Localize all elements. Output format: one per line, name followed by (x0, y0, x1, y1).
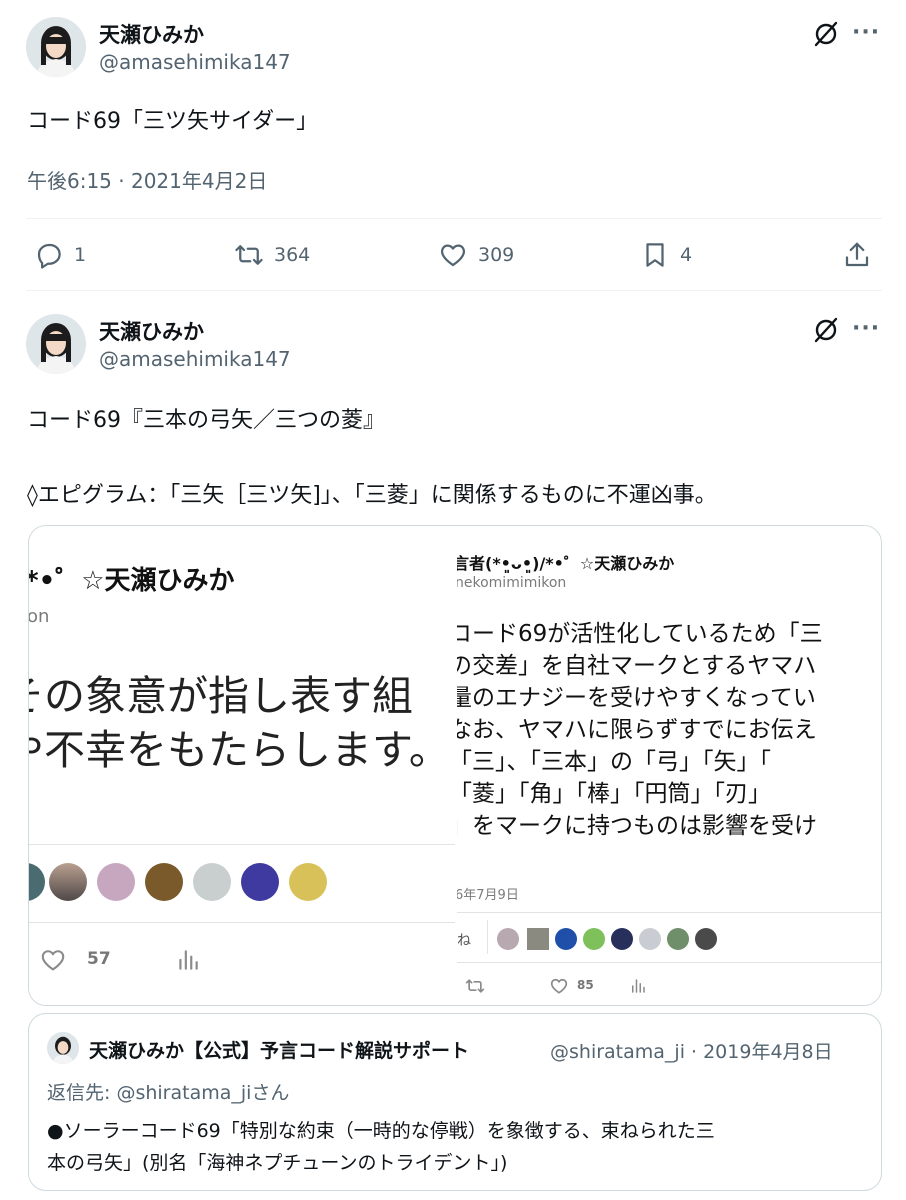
embedded-handle: nekomimimikon (457, 575, 567, 591)
liker-avatar (193, 863, 231, 901)
divider (457, 912, 881, 913)
media-image-right[interactable]: 言者(*•͈ᴗ•͈)/*•゜☆天瀬ひみか nekomimimikon コード69… (457, 526, 881, 1005)
liker-avatar (497, 928, 519, 950)
embedded-header: *•゜☆天瀬ひみか (29, 566, 235, 596)
media-image-left[interactable]: *•゜☆天瀬ひみか on その象意が指し表す組 や不幸をもたらします。 57 (29, 526, 455, 1005)
grok-icon[interactable] (812, 316, 840, 344)
quoted-reply-to: 返信先: @shiratama_jiさん (47, 1082, 290, 1104)
retweet-icon (465, 979, 485, 993)
like-button[interactable]: 309 (438, 240, 514, 270)
liker-avatar (289, 863, 327, 901)
grok-icon[interactable] (812, 20, 840, 48)
divider (487, 920, 488, 954)
author-name[interactable]: 天瀬ひみか (99, 316, 204, 346)
embedded-like-count: 85 (577, 978, 594, 992)
liker-avatar (49, 863, 87, 901)
embedded-text-line1: その象意が指し表す組 (29, 672, 413, 720)
like-icon (440, 244, 466, 267)
liker-avatar (241, 863, 279, 901)
embedded-likes-label: ね (457, 933, 471, 949)
divider (29, 922, 455, 923)
author-name[interactable]: 天瀬ひみか (99, 19, 204, 49)
embedded-line: なお、ヤマハに限らずすでにお伝え (457, 717, 817, 743)
reply-icon (37, 243, 61, 269)
reply-button[interactable]: 1 (34, 240, 86, 270)
retweet-icon (235, 245, 263, 265)
divider (26, 218, 882, 219)
views-icon (179, 950, 198, 970)
liker-avatar (97, 863, 135, 901)
embedded-line: 「菱」「角」「棒」「円筒」「刃」 (457, 781, 771, 807)
author-handle[interactable]: @amasehimika147 (99, 50, 291, 74)
quoted-author-name: 天瀬ひみか【公式】予言コード解説サポート (89, 1040, 470, 1062)
bookmark-button[interactable]: 4 (640, 240, 692, 270)
tweet-text-line2: ◊エピグラム：「三矢［三ツ矢]」、「三菱」に関係するものに不運凶事。 (27, 483, 717, 508)
liker-avatar (527, 928, 549, 950)
liker-avatar (555, 928, 577, 950)
bookmark-icon (646, 243, 664, 267)
tweet-text-line1: コード69『三本の弓矢／三つの菱』 (27, 408, 385, 433)
like-icon (41, 950, 65, 971)
liker-avatar (611, 928, 633, 950)
embedded-date: 6年7月9日 (457, 888, 519, 903)
liker-avatar (145, 863, 183, 901)
liker-avatar (639, 928, 661, 950)
embedded-header: 言者(*•͈ᴗ•͈)/*•゜☆天瀬ひみか (457, 554, 675, 573)
avatar[interactable] (26, 314, 86, 374)
embedded-line: の交差」を自社マークとするヤマハ (457, 653, 817, 679)
liker-avatar (29, 863, 45, 901)
embedded-text-line2: や不幸をもたらします。 (29, 726, 450, 774)
embedded-line: 「三」、「三本」の「弓」「矢」「 (457, 749, 771, 775)
retweet-button[interactable]: 364 (234, 240, 310, 270)
embedded-handle: on (29, 606, 50, 627)
embedded-line: 」をマークに持つものは影響を受け (457, 813, 817, 839)
liker-avatar (695, 928, 717, 950)
more-icon[interactable]: ··· (852, 318, 880, 340)
like-icon (550, 978, 568, 994)
embedded-like-count: 57 (87, 949, 111, 969)
avatar[interactable] (26, 17, 86, 77)
liker-avatar (667, 928, 689, 950)
tweet-timestamp[interactable]: 午後6:15 · 2021年4月2日 (27, 165, 267, 194)
quoted-tweet[interactable]: 天瀬ひみか【公式】予言コード解説サポート @shiratama_ji · 201… (28, 1013, 882, 1191)
quoted-text-line2: 本の弓矢」(別名「海神ネプチューンのトライデント」) (47, 1152, 508, 1174)
divider (26, 290, 882, 291)
divider (29, 844, 455, 845)
liker-avatar (583, 928, 605, 950)
tweet-text: コード69「三ツ矢サイダー」 (27, 109, 319, 134)
share-button[interactable] (842, 240, 872, 270)
like-count: 309 (478, 244, 515, 266)
share-icon (845, 242, 869, 267)
reply-count: 1 (74, 244, 87, 266)
avatar (47, 1032, 79, 1064)
views-icon (632, 979, 645, 993)
embedded-line: 量のエナジーを受けやすくなってい (457, 685, 816, 711)
more-icon[interactable]: ··· (852, 22, 880, 44)
retweet-count: 364 (274, 244, 311, 266)
quoted-text-line1: ●ソーラーコード69「特別な約束（一時的な停戦）を象徴する、束ねられた三 (47, 1120, 715, 1142)
divider (457, 962, 881, 963)
author-handle[interactable]: @amasehimika147 (99, 347, 291, 371)
bookmark-count: 4 (680, 244, 693, 266)
quoted-handle-date: @shiratama_ji · 2019年4月8日 (550, 1041, 833, 1063)
embedded-line: コード69が活性化しているため「三 (457, 621, 823, 647)
tweet-media[interactable]: *•゜☆天瀬ひみか on その象意が指し表す組 や不幸をもたらします。 57 言… (28, 525, 882, 1006)
